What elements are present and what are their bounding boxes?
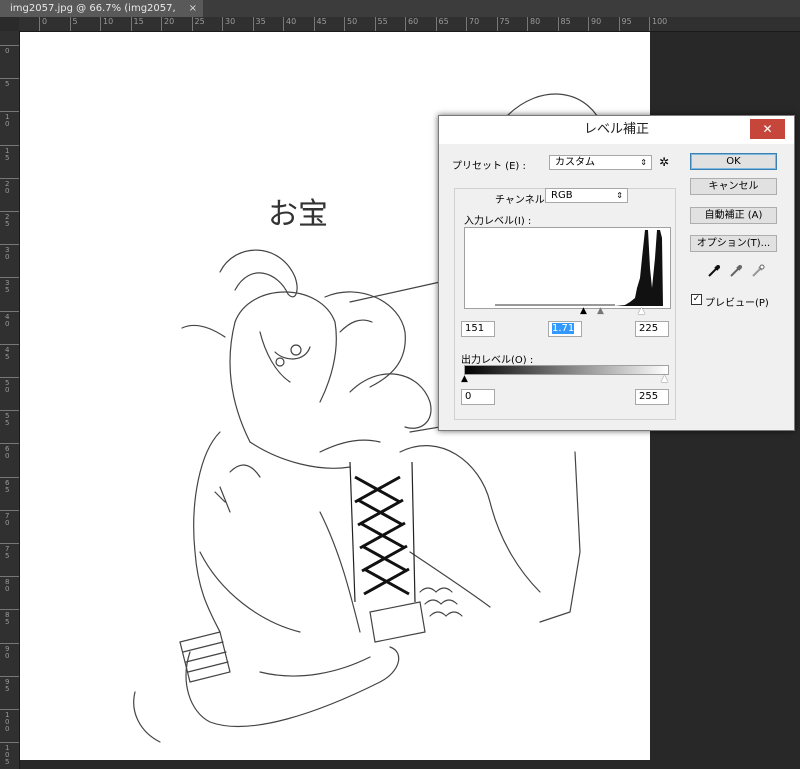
output-white-value: 255 [639,391,659,402]
options-button[interactable]: オプション(T)... [690,235,777,252]
boot-lacing [354,475,410,596]
document-tab-bar: img2057.jpg @ 66.7% (img2057, RGB/8) * × [0,0,800,31]
ruler-tick-label: 100 [649,17,667,31]
ruler-tick-label: 40 [0,310,19,327]
horizontal-ruler[interactable]: 0 5 10 15 20 25 30 35 40 45 50 55 60 65 70 75 80 85 90 95 10… [19,17,800,32]
output-gradient-bar [464,365,669,375]
output-white-field[interactable]: 255 [635,389,669,405]
ruler-tick-label: 55 [374,17,388,31]
white-output-slider[interactable]: ▲ [661,374,668,384]
ruler-tick-label: 60 [405,17,418,31]
ruler-tick-label: 30 [0,244,19,261]
ruler-tick-label: 0 [39,17,47,31]
ruler-tick-label: 70 [466,17,479,31]
ruler-tick-label: 85 [557,17,571,31]
preset-label: プリセット (E) : [452,161,526,172]
ruler-tick-label: 25 [191,17,205,31]
ruler-tick-label: 30 [222,17,235,31]
histogram-graph [495,230,663,306]
ruler-tick-label: 105 [0,742,19,766]
ruler-tick-label: 65 [0,476,19,493]
ruler-tick-label: 80 [527,17,540,31]
ok-button[interactable]: OK [690,153,777,170]
ruler-tick-label: 70 [0,509,19,526]
black-eyedropper-icon[interactable] [707,264,721,278]
auto-button[interactable]: 自動補正 (A) [690,207,777,224]
input-white-field[interactable]: 225 [635,321,669,337]
ruler-tick-label: 5 [0,78,19,88]
gamma-input-slider[interactable]: ▲ [597,306,604,316]
ruler-tick-label: 65 [435,17,449,31]
ruler-tick-label: 95 [0,675,19,692]
black-input-slider[interactable]: ▲ [580,306,587,316]
document-tab[interactable]: img2057.jpg @ 66.7% (img2057, RGB/8) * × [0,0,203,31]
white-eyedropper-icon[interactable] [751,264,765,278]
select-arrows-icon: ⇕ [616,191,623,200]
preview-checkbox[interactable]: ✓ [691,294,702,305]
histogram [464,227,671,309]
close-tab-icon[interactable]: × [189,0,197,17]
input-black-value: 151 [465,323,485,334]
ruler-tick-label: 45 [313,17,327,31]
ruler-tick-label: 25 [0,211,19,228]
ruler-tick-label: 35 [0,277,19,294]
output-black-field[interactable]: 0 [461,389,495,405]
ruler-tick-label: 5 [69,17,78,31]
ruler-tick-label: 50 [344,17,357,31]
preset-value: カスタム [555,157,595,168]
ruler-tick-label: 10 [100,17,113,31]
white-input-slider[interactable]: ▲ [638,306,645,316]
sketch-text: お宝 [268,197,328,232]
ruler-tick-label: 10 [0,111,19,128]
input-levels-label: 入力レベル(I) : [464,216,532,227]
input-gamma-value: 1.71 [552,323,575,334]
ruler-tick-label: 55 [0,410,19,427]
dialog-title: レベル補正 [583,122,649,137]
channel-select[interactable]: RGB ⇕ [545,188,628,203]
levels-dialog: レベル補正 ✕ プリセット (E) : カスタム ⇕ ✲ チャンネル : RGB… [438,115,795,431]
close-dialog-button[interactable]: ✕ [750,119,785,139]
ruler-tick-label: 20 [0,177,19,194]
input-gamma-field[interactable]: 1.71 [548,321,582,337]
preset-select[interactable]: カスタム ⇕ [549,155,652,170]
channel-value: RGB [551,190,573,201]
gear-icon[interactable]: ✲ [659,155,669,169]
input-white-value: 225 [639,323,659,334]
ruler-tick-label: 90 [0,642,19,659]
cancel-button[interactable]: キャンセル [690,178,777,195]
preview-label: プレビュー(P) [705,298,769,309]
ruler-corner[interactable] [0,17,19,31]
ruler-tick-label: 15 [130,17,144,31]
ruler-tick-label: 95 [618,17,632,31]
ruler-tick-label: 60 [0,443,19,460]
ruler-tick-label: 45 [0,343,19,360]
ruler-tick-label: 75 [496,17,510,31]
ruler-tick-label: 80 [0,576,19,593]
black-output-slider[interactable]: ▲ [461,374,468,384]
ruler-tick-label: 35 [252,17,266,31]
ruler-tick-label: 20 [161,17,174,31]
ruler-tick-label: 100 [0,709,19,733]
ruler-tick-label: 40 [283,17,296,31]
dialog-title-bar[interactable]: レベル補正 [439,116,794,144]
ruler-tick-label: 15 [0,144,19,161]
ruler-tick-label: 0 [0,45,19,55]
gray-eyedropper-icon[interactable] [729,264,743,278]
output-levels-label: 出力レベル(O) : [461,355,534,366]
input-black-field[interactable]: 151 [461,321,495,337]
select-arrows-icon: ⇕ [640,158,647,167]
vertical-ruler[interactable]: 0 5 10 15 20 25 30 35 40 45 50 55 60 65 70 75 80 85 90 95 10… [0,31,20,769]
ruler-tick-label: 90 [588,17,601,31]
output-black-value: 0 [465,391,472,402]
ruler-tick-label: 75 [0,543,19,560]
ruler-tick-label: 50 [0,377,19,394]
ruler-tick-label: 85 [0,609,19,626]
